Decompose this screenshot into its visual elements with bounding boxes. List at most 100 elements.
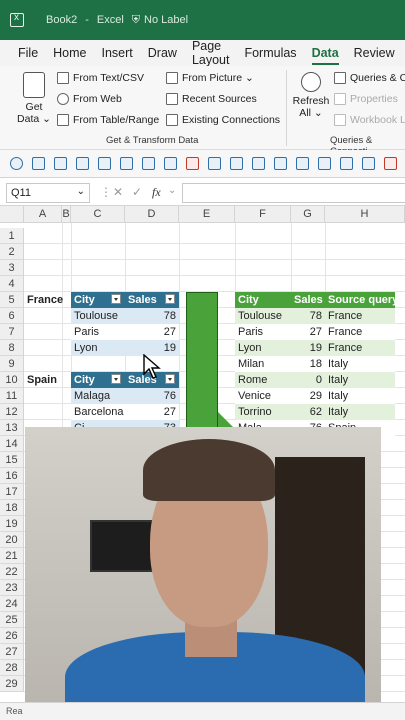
combined-header-source[interactable]: Source query bbox=[325, 292, 395, 308]
table-cell[interactable]: Venice bbox=[235, 388, 291, 404]
row-header[interactable]: 11 bbox=[0, 388, 24, 404]
page-icon[interactable] bbox=[208, 157, 221, 170]
refresh-all-button[interactable]: Refresh All ⌄ bbox=[292, 72, 330, 119]
circle-icon[interactable] bbox=[10, 157, 23, 170]
row-header[interactable]: 24 bbox=[0, 596, 24, 612]
table-cell[interactable]: Malaga bbox=[71, 388, 125, 404]
table-cell[interactable]: Italy bbox=[325, 356, 395, 372]
column-header-b[interactable]: B bbox=[62, 206, 71, 223]
table-cell[interactable]: 76 bbox=[125, 388, 179, 404]
france-header-city[interactable]: City bbox=[71, 292, 125, 308]
filter-dropdown-icon[interactable] bbox=[110, 294, 121, 305]
spain-header-city[interactable]: City bbox=[71, 372, 125, 388]
table-cell[interactable]: Barcelona bbox=[71, 404, 125, 420]
tab-draw[interactable]: Draw bbox=[148, 46, 177, 60]
column-header-h[interactable]: H bbox=[325, 206, 405, 223]
format-table-icon[interactable] bbox=[362, 157, 375, 170]
france-label[interactable]: France bbox=[24, 292, 64, 308]
row-header[interactable]: 1 bbox=[0, 228, 24, 244]
tab-file[interactable]: File bbox=[18, 46, 38, 60]
sensitivity-label[interactable]: No Label bbox=[144, 14, 188, 26]
row-header[interactable]: 13 bbox=[0, 420, 24, 436]
combined-header-city[interactable]: City bbox=[235, 292, 291, 308]
more-icon[interactable]: ⋮ bbox=[100, 185, 112, 199]
spelling-icon[interactable] bbox=[32, 157, 45, 170]
column-header-f[interactable]: F bbox=[235, 206, 291, 223]
filter-dropdown-icon[interactable] bbox=[164, 294, 175, 305]
row-header[interactable]: 25 bbox=[0, 612, 24, 628]
existing-connections-button[interactable]: Existing Connections bbox=[166, 114, 280, 126]
insert-table-icon[interactable] bbox=[164, 157, 177, 170]
from-web-button[interactable]: From Web bbox=[57, 93, 122, 105]
column-header-d[interactable]: D bbox=[125, 206, 179, 223]
column-header-a[interactable]: A bbox=[24, 206, 62, 223]
column-header-g[interactable]: G bbox=[291, 206, 325, 223]
row-header[interactable]: 16 bbox=[0, 468, 24, 484]
row-header[interactable]: 27 bbox=[0, 644, 24, 660]
table-cell[interactable]: France bbox=[325, 340, 395, 356]
delete-table-icon[interactable] bbox=[186, 157, 199, 170]
eraser-icon[interactable] bbox=[120, 157, 133, 170]
fx-chevron-icon[interactable]: ⌄ bbox=[168, 185, 176, 196]
table-cell[interactable]: Milan bbox=[235, 356, 291, 372]
tab-review[interactable]: Review bbox=[354, 46, 395, 60]
row-header[interactable]: 2 bbox=[0, 244, 24, 260]
france-header-sales[interactable]: Sales bbox=[125, 292, 179, 308]
clear-table-icon[interactable] bbox=[384, 157, 397, 170]
format-icon[interactable] bbox=[76, 157, 89, 170]
check-icon[interactable]: ✓ bbox=[132, 185, 142, 199]
chart-icon[interactable] bbox=[340, 157, 353, 170]
properties-button[interactable]: Properties bbox=[334, 93, 398, 105]
table-cell[interactable]: Lyon bbox=[235, 340, 291, 356]
filter-table-icon[interactable] bbox=[296, 157, 309, 170]
row-header[interactable]: 10 bbox=[0, 372, 24, 388]
columns-icon[interactable] bbox=[252, 157, 265, 170]
row-header[interactable]: 15 bbox=[0, 452, 24, 468]
filter-dropdown-icon[interactable] bbox=[110, 374, 121, 385]
table-cell[interactable]: Paris bbox=[71, 324, 125, 340]
grid-icon[interactable] bbox=[54, 157, 67, 170]
get-data-button[interactable]: Get Data ⌄ bbox=[16, 72, 52, 125]
from-table-range-button[interactable]: From Table/Range bbox=[57, 114, 159, 126]
row-header[interactable]: 28 bbox=[0, 660, 24, 676]
tab-data[interactable]: Data bbox=[311, 46, 339, 65]
tab-insert[interactable]: Insert bbox=[102, 46, 133, 60]
chevron-down-icon[interactable]: ⌄ bbox=[77, 186, 85, 197]
table-cell[interactable]: 29 bbox=[291, 388, 325, 404]
row-header[interactable]: 7 bbox=[0, 324, 24, 340]
row-header[interactable]: 6 bbox=[0, 308, 24, 324]
row-header[interactable]: 29 bbox=[0, 676, 24, 692]
from-text-csv-button[interactable]: From Text/CSV bbox=[57, 72, 144, 84]
table-cell[interactable]: 19 bbox=[291, 340, 325, 356]
table-cell[interactable]: 78 bbox=[125, 308, 179, 324]
table-cell[interactable]: 18 bbox=[291, 356, 325, 372]
row-header[interactable]: 9 bbox=[0, 356, 24, 372]
from-picture-button[interactable]: From Picture ⌄ bbox=[166, 72, 254, 84]
shield-icon[interactable]: ⛨ bbox=[132, 14, 140, 27]
filter-dropdown-icon[interactable] bbox=[164, 374, 175, 385]
row-header[interactable]: 8 bbox=[0, 340, 24, 356]
row-header[interactable]: 4 bbox=[0, 276, 24, 292]
recent-sources-button[interactable]: Recent Sources bbox=[166, 93, 257, 105]
percent-icon[interactable] bbox=[98, 157, 111, 170]
formula-input[interactable] bbox=[182, 183, 405, 203]
freeze-panes-icon[interactable] bbox=[230, 157, 243, 170]
table-cell[interactable]: 62 bbox=[291, 404, 325, 420]
spain-label[interactable]: Spain bbox=[24, 372, 64, 388]
table-cell[interactable]: Torrino bbox=[235, 404, 291, 420]
table-cell[interactable]: Italy bbox=[325, 404, 395, 420]
cancel-icon[interactable]: ✕ bbox=[113, 185, 123, 199]
table-cell[interactable]: Italy bbox=[325, 372, 395, 388]
combined-header-sales[interactable]: Sales bbox=[291, 292, 325, 308]
pivot-icon[interactable] bbox=[274, 157, 287, 170]
row-header[interactable]: 22 bbox=[0, 564, 24, 580]
table-cell[interactable]: 27 bbox=[125, 404, 179, 420]
paste-icon[interactable] bbox=[142, 157, 155, 170]
table-cell[interactable]: 27 bbox=[125, 324, 179, 340]
table-cell[interactable]: Paris bbox=[235, 324, 291, 340]
tab-formulas[interactable]: Formulas bbox=[244, 46, 296, 60]
row-header[interactable]: 20 bbox=[0, 532, 24, 548]
row-header[interactable]: 18 bbox=[0, 500, 24, 516]
column-header-c[interactable]: C bbox=[71, 206, 125, 223]
tab-home[interactable]: Home bbox=[53, 46, 86, 60]
